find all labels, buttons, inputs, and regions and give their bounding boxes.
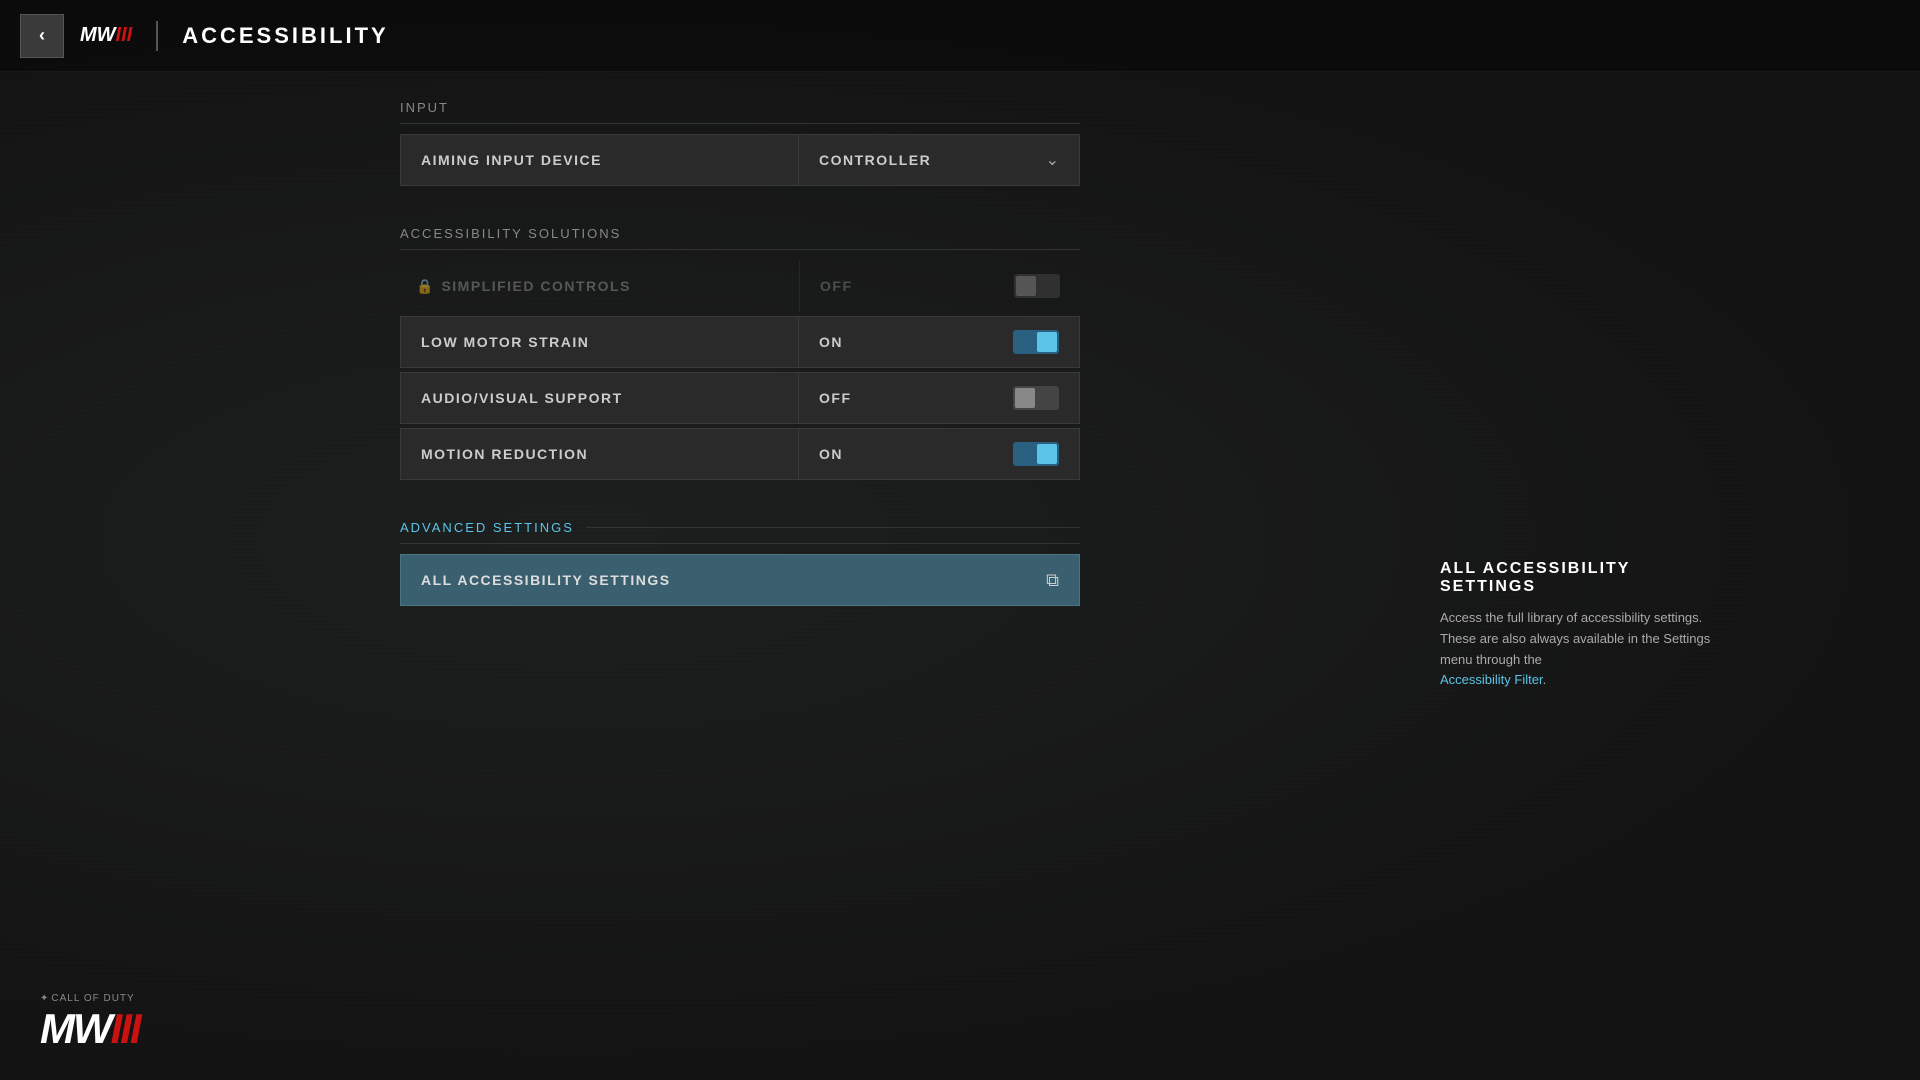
toggle-knob (1037, 444, 1057, 464)
aiming-input-device-label: AIMING INPUT DEVICE (401, 152, 798, 168)
aiming-input-device-value-area: CONTROLLER ⌄ (799, 150, 1079, 170)
tooltip-body-text: Access the full library of accessibility… (1440, 610, 1710, 667)
simplified-controls-label: SIMPLIFIED CONTROLS (441, 278, 799, 294)
advanced-label-line (586, 527, 1080, 528)
advanced-settings-section: ADVANCED SETTINGS ALL ACCESSIBILITY SETT… (400, 520, 1080, 606)
logo-iii-bottom: III (111, 1005, 140, 1052)
cod-label: CALL OF DUTY (51, 993, 134, 1004)
motion-reduction-label: MOTION REDUCTION (401, 446, 798, 462)
motion-reduction-toggle[interactable] (1013, 442, 1059, 466)
cod-logo-small: ✦ CALL OF DUTY (40, 993, 140, 1004)
aiming-input-device-row[interactable]: AIMING INPUT DEVICE CONTROLLER ⌄ (400, 134, 1080, 186)
header-divider (156, 21, 158, 51)
accessibility-filter-link[interactable]: Accessibility Filter (1440, 672, 1543, 687)
audio-visual-support-row[interactable]: AUDIO/VISUAL SUPPORT OFF (400, 372, 1080, 424)
low-motor-strain-toggle[interactable] (1013, 330, 1059, 354)
audio-visual-support-value-area: OFF (799, 386, 1079, 410)
aiming-input-device-value: CONTROLLER (819, 152, 931, 168)
all-accessibility-settings-row[interactable]: ALL ACCESSIBILITY SETTINGS ⧉ (400, 554, 1080, 606)
motion-reduction-row[interactable]: MOTION REDUCTION ON (400, 428, 1080, 480)
low-motor-strain-row[interactable]: LOW MOTOR STRAIN ON (400, 316, 1080, 368)
simplified-controls-value: OFF (820, 278, 853, 294)
tooltip-panel: ALL ACCESSIBILITY SETTINGS Access the fu… (1440, 560, 1720, 691)
audio-visual-support-label: AUDIO/VISUAL SUPPORT (401, 390, 798, 406)
tooltip-body: Access the full library of accessibility… (1440, 608, 1720, 691)
external-link-icon: ⧉ (1046, 570, 1059, 591)
tooltip-suffix: . (1543, 672, 1547, 687)
toggle-knob (1015, 388, 1035, 408)
audio-visual-support-value: OFF (819, 390, 852, 406)
tooltip-title: ALL ACCESSIBILITY SETTINGS (1440, 560, 1720, 596)
toggle-knob (1016, 276, 1036, 296)
low-motor-strain-value: ON (819, 334, 843, 350)
game-logo: MW III (80, 24, 132, 47)
logo-mw-bottom: MW (40, 1005, 111, 1052)
main-content: INPUT AIMING INPUT DEVICE CONTROLLER ⌄ A… (400, 100, 1080, 626)
back-arrow-icon: ‹ (39, 25, 45, 46)
all-settings-right: ⧉ (799, 570, 1079, 591)
low-motor-strain-value-area: ON (799, 330, 1079, 354)
dropdown-arrow-icon: ⌄ (1046, 150, 1059, 170)
logo-mw: MW (80, 24, 116, 47)
lock-icon: 🔒 (416, 278, 433, 295)
motion-reduction-value: ON (819, 446, 843, 462)
paw-icon: ✦ (40, 993, 49, 1004)
mwiii-logo: MWIII (40, 1008, 140, 1050)
bottom-logo: ✦ CALL OF DUTY MWIII (40, 993, 140, 1050)
low-motor-strain-label: LOW MOTOR STRAIN (401, 334, 798, 350)
simplified-controls-toggle (1014, 274, 1060, 298)
all-accessibility-settings-label: ALL ACCESSIBILITY SETTINGS (401, 572, 799, 588)
toggle-knob (1037, 332, 1057, 352)
simplified-controls-row: 🔒 SIMPLIFIED CONTROLS OFF (400, 260, 1080, 312)
header: ‹ MW III ACCESSIBILITY (0, 0, 1920, 72)
input-section-label: INPUT (400, 100, 1080, 124)
logo-iii: III (116, 24, 133, 47)
audio-visual-support-toggle[interactable] (1013, 386, 1059, 410)
accessibility-solutions-label: ACCESSIBILITY SOLUTIONS (400, 226, 1080, 250)
motion-reduction-value-area: ON (799, 442, 1079, 466)
accessibility-solutions-section: ACCESSIBILITY SOLUTIONS 🔒 SIMPLIFIED CON… (400, 226, 1080, 480)
simplified-controls-value-area: OFF (800, 274, 1080, 298)
page-title: ACCESSIBILITY (182, 23, 388, 49)
input-section: INPUT AIMING INPUT DEVICE CONTROLLER ⌄ (400, 100, 1080, 186)
back-button[interactable]: ‹ (20, 14, 64, 58)
advanced-settings-label: ADVANCED SETTINGS (400, 520, 1080, 544)
